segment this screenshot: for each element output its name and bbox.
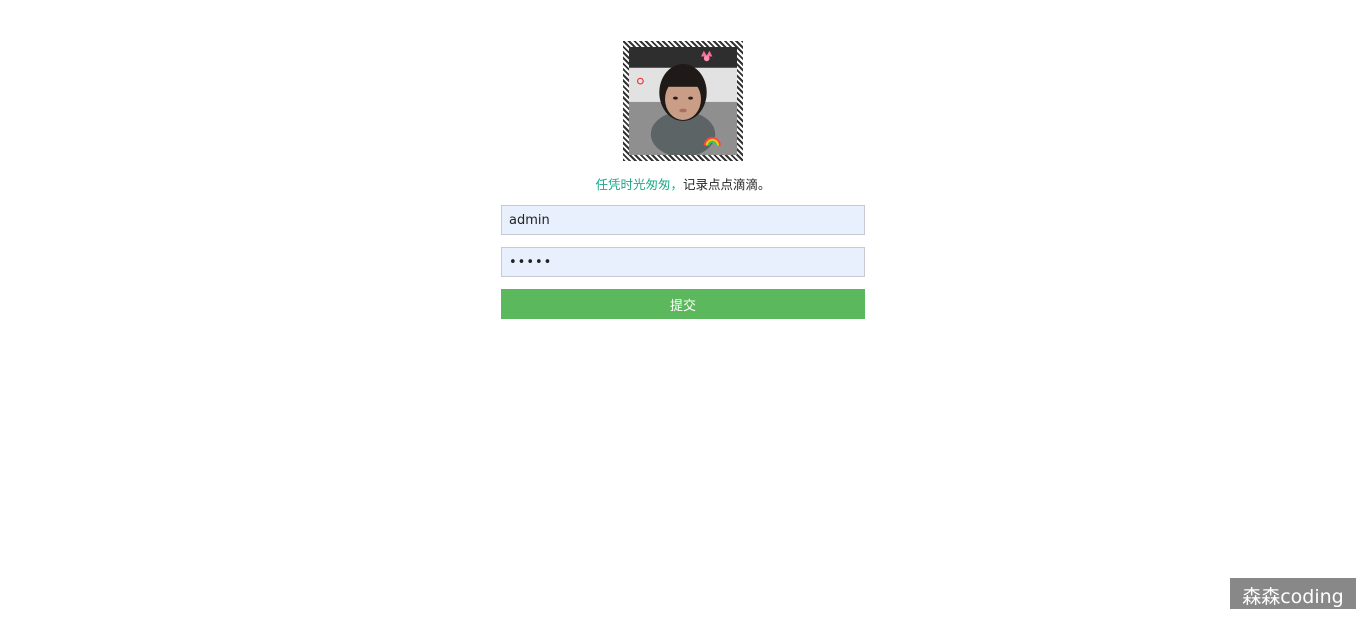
- avatar-frame: [623, 41, 743, 161]
- username-input[interactable]: [501, 205, 865, 235]
- avatar: [629, 47, 737, 155]
- avatar-photo: [629, 47, 737, 155]
- submit-button[interactable]: 提交: [501, 289, 865, 319]
- login-form: 任凭时光匆匆，记录点点滴滴。 提交: [501, 41, 865, 319]
- login-page: 任凭时光匆匆，记录点点滴滴。 提交 森森coding: [0, 0, 1366, 624]
- watermark: 森森coding: [1230, 578, 1356, 609]
- slogan-highlight: 任凭时光匆匆，: [595, 177, 683, 192]
- slogan: 任凭时光匆匆，记录点点滴滴。: [501, 176, 865, 194]
- password-input[interactable]: [501, 247, 865, 277]
- slogan-rest: 记录点点滴滴。: [683, 177, 771, 192]
